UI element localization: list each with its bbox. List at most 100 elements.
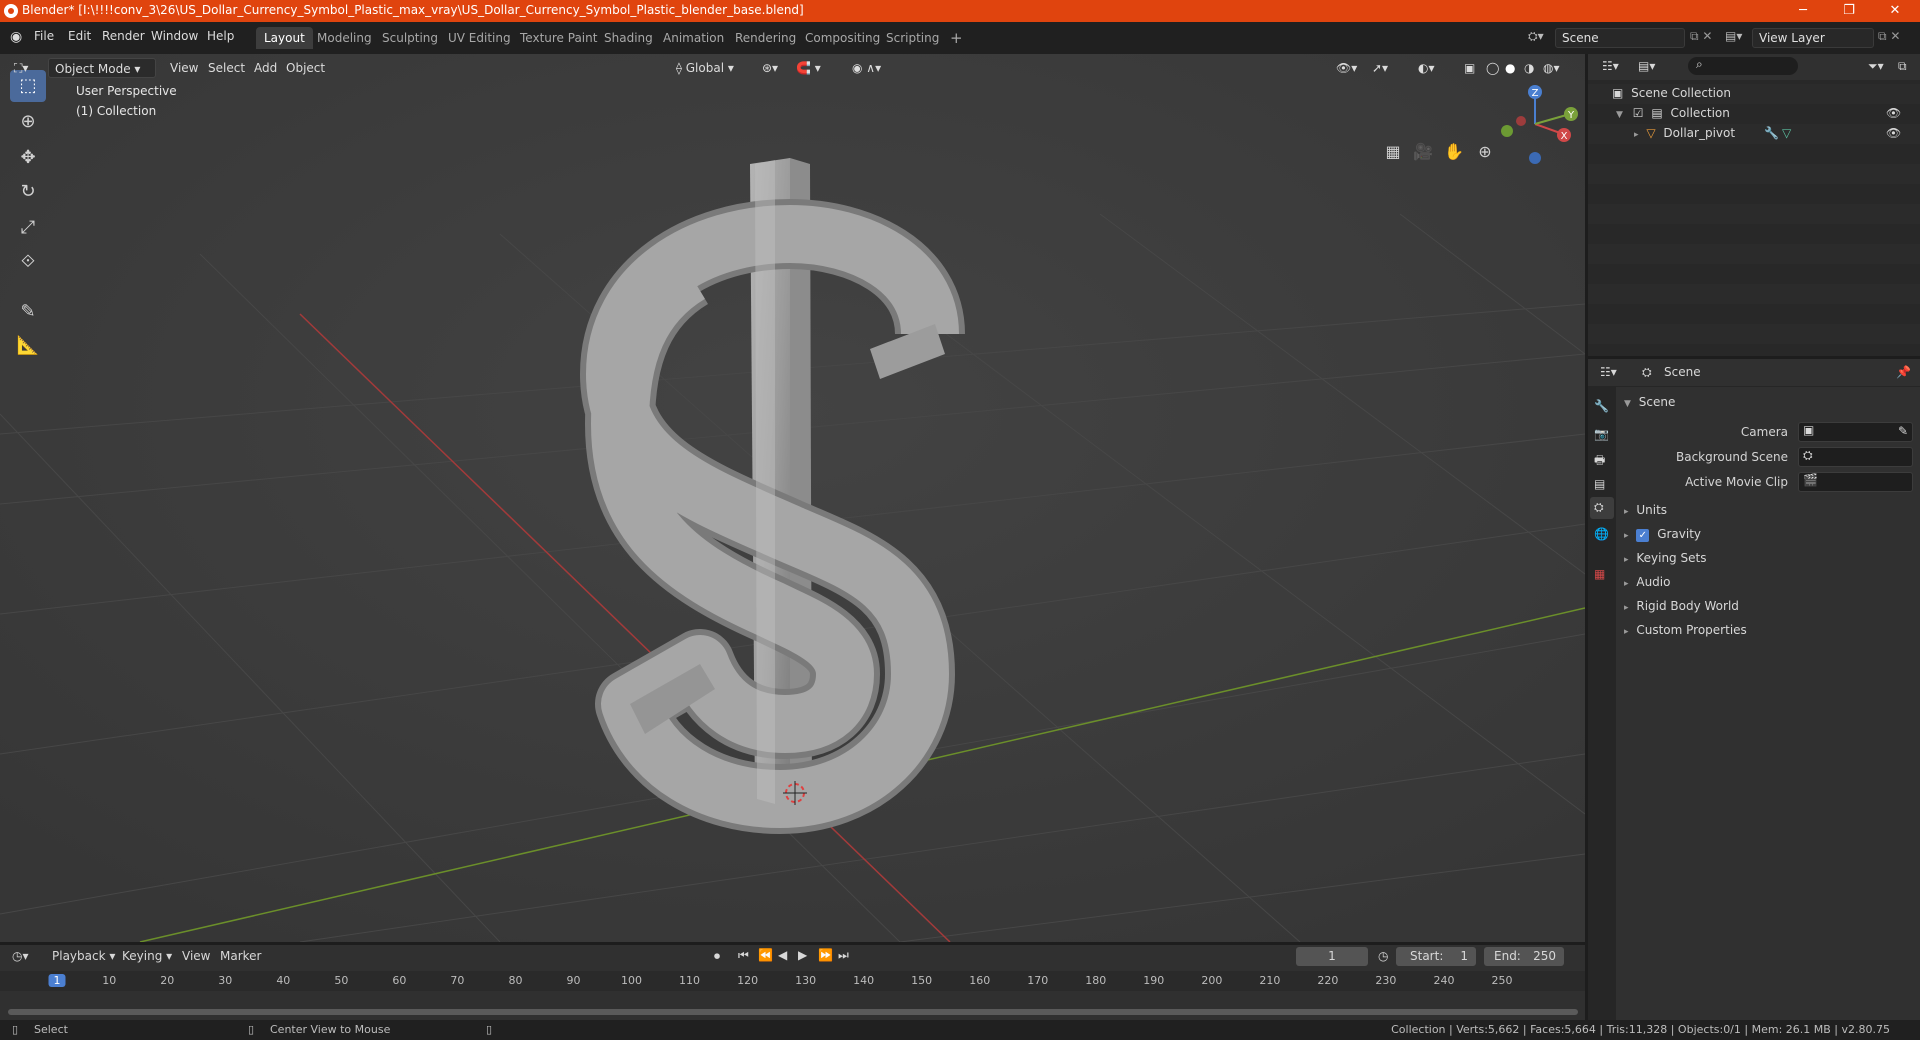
record-keyframe-icon[interactable]: ⏺ — [714, 949, 720, 964]
toggle-grid-icon[interactable]: ▦ — [1380, 139, 1406, 165]
blender-menu-icon[interactable]: ◉ — [10, 29, 22, 45]
pan-hand-icon[interactable]: ✋ — [1441, 139, 1467, 165]
tab-rendering[interactable]: Rendering — [727, 27, 804, 49]
rotate-tool-icon[interactable]: ↻ — [10, 176, 46, 208]
editor-type-icon[interactable]: ⛶▾ — [8, 58, 34, 78]
add-workspace-button[interactable]: + — [942, 27, 971, 49]
gravity-panel[interactable]: ▸ ✓ Gravity — [1624, 527, 1701, 542]
viewport-menu-view[interactable]: View — [164, 58, 204, 78]
pin-icon[interactable]: 📌 — [1896, 365, 1911, 379]
minimize-button[interactable]: ─ — [1780, 0, 1826, 22]
new-scene-icon[interactable]: ⧉ ✕ — [1690, 29, 1712, 44]
tab-scripting[interactable]: Scripting — [878, 27, 947, 49]
timeline-menu-keying[interactable]: Keying ▾ — [122, 949, 172, 963]
tab-shading[interactable]: Shading — [596, 27, 661, 49]
measure-tool-icon[interactable]: 📐 — [10, 330, 46, 362]
move-tool-icon[interactable]: ✥ — [10, 142, 46, 174]
proportional-edit-icon[interactable]: ◉ ∧▾ — [846, 58, 887, 78]
end-frame-field[interactable]: End: 250 — [1484, 947, 1564, 966]
gravity-checkbox[interactable]: ✓ — [1636, 529, 1650, 542]
tab-sculpting[interactable]: Sculpting — [374, 27, 446, 49]
active-movie-clip-field[interactable]: 🎬 — [1798, 472, 1913, 492]
new-view-layer-icon[interactable]: ⧉ ✕ — [1878, 29, 1900, 44]
annotate-tool-icon[interactable]: ✎ — [10, 296, 46, 328]
cursor-tool-icon[interactable]: ⊕ — [10, 106, 46, 138]
preview-range-icon[interactable]: ◷ — [1378, 949, 1388, 963]
jump-start-icon[interactable]: ⏮ — [738, 948, 749, 963]
viewport-menu-object[interactable]: Object — [280, 58, 331, 78]
audio-panel[interactable]: ▸ Audio — [1624, 575, 1670, 589]
timeline-menu-marker[interactable]: Marker — [220, 949, 261, 963]
custom-properties-panel[interactable]: ▸ Custom Properties — [1624, 623, 1747, 637]
outliner-row-collection[interactable]: ▼ ☑ ▤ Collection 👁 — [1616, 106, 1916, 120]
viewport-menu-select[interactable]: Select — [202, 58, 251, 78]
navigation-gizmo[interactable]: Z X Y — [1490, 84, 1580, 164]
scale-tool-icon[interactable]: ⤢ — [10, 212, 46, 244]
world-props-tab-icon[interactable]: 🌐 — [1594, 527, 1609, 541]
tab-layout[interactable]: Layout — [256, 27, 313, 49]
eyedropper-icon[interactable]: ✎ — [1898, 424, 1908, 438]
viewport-menu-add[interactable]: Add — [248, 58, 283, 78]
view-layer-props-tab-icon[interactable]: ▤ — [1594, 477, 1605, 491]
transform-orientation-dropdown[interactable]: ⟠ Global ▾ — [670, 58, 740, 78]
texture-props-tab-icon[interactable]: ▦ — [1594, 567, 1605, 581]
menu-file[interactable]: File — [34, 29, 54, 43]
scene-props-tab-icon[interactable]: ⛭ — [1590, 497, 1614, 519]
outliner-editor-icon[interactable]: ☷▾ — [1602, 59, 1619, 73]
menu-window[interactable]: Window — [151, 29, 198, 43]
view-layer-field[interactable]: View Layer — [1752, 28, 1874, 48]
menu-edit[interactable]: Edit — [68, 29, 91, 43]
jump-end-icon[interactable]: ⏭ — [838, 948, 849, 963]
current-frame-field[interactable]: 1 — [1296, 947, 1368, 966]
frame-ruler[interactable]: 1 10 20 30 40 50 60 70 80 90 100 110 120 130 140 150 160… — [0, 971, 1585, 991]
timeline-scrollbar[interactable] — [8, 1009, 1578, 1015]
gizmo-toggle-icon[interactable]: ➚▾ — [1366, 58, 1394, 78]
overlays-icon[interactable]: ◐▾ — [1412, 58, 1441, 78]
visibility-icon[interactable]: 👁▾ — [1330, 58, 1363, 78]
view-layer-selector-icon[interactable]: ▤▾ — [1725, 29, 1742, 43]
tab-modeling[interactable]: Modeling — [309, 27, 380, 49]
jump-keyframe-forward-icon[interactable]: ⏩ — [818, 948, 833, 962]
expand-collection-icon[interactable]: ▼ — [1616, 110, 1623, 120]
3d-viewport[interactable]: User Perspective (1) Collection ⬚ ⊕ ✥ ↻ … — [0, 54, 1585, 942]
properties-editor-icon[interactable]: ☷▾ — [1600, 365, 1617, 379]
collection-checkbox-icon[interactable]: ☑ — [1633, 106, 1644, 120]
camera-field[interactable]: ▣ ✎ — [1798, 422, 1913, 442]
tab-animation[interactable]: Animation — [655, 27, 732, 49]
shading-rendered-icon[interactable]: ◍▾ — [1537, 58, 1566, 78]
restore-button[interactable]: ❐ — [1826, 0, 1872, 22]
snap-icon[interactable]: 🧲 ▾ — [790, 58, 827, 78]
modifier-wrench-icon[interactable]: 🔧 — [1764, 126, 1779, 140]
object-mode-dropdown[interactable]: Object Mode ▾ — [48, 58, 156, 78]
close-button[interactable]: ✕ — [1872, 0, 1918, 22]
timeline-menu-view[interactable]: View — [182, 949, 210, 963]
scene-selector-icon[interactable]: ⛭▾ — [1528, 29, 1544, 44]
mesh-data-icon[interactable]: ▽ — [1782, 126, 1791, 140]
outliner-row-dollar-pivot[interactable]: ▸ ▽ Dollar_pivot 🔧 ▽ 👁 — [1634, 126, 1916, 140]
outliner-display-mode-icon[interactable]: ▤▾ — [1638, 59, 1655, 73]
object-visibility-eye-icon[interactable]: 👁 — [1886, 126, 1901, 140]
transform-tool-icon[interactable]: ⟐ — [10, 246, 46, 278]
rigid-body-world-panel[interactable]: ▸ Rigid Body World — [1624, 599, 1739, 613]
menu-help[interactable]: Help — [207, 29, 234, 43]
render-props-tab-icon[interactable]: 📷 — [1594, 427, 1609, 441]
menu-render[interactable]: Render — [102, 29, 145, 43]
play-icon[interactable]: ▶ — [798, 948, 807, 962]
timeline-menu-playback[interactable]: Playback ▾ — [52, 949, 115, 963]
outliner-row-scene-collection[interactable]: ▣ Scene Collection — [1612, 86, 1731, 100]
pivot-point-icon[interactable]: ⊛▾ — [756, 58, 784, 78]
outliner-search-input[interactable]: ⌕ — [1688, 57, 1798, 75]
new-collection-icon[interactable]: ⧉ — [1898, 59, 1907, 74]
camera-view-icon[interactable]: 🎥 — [1410, 139, 1436, 165]
tab-compositing[interactable]: Compositing — [797, 27, 888, 49]
keying-sets-panel[interactable]: ▸ Keying Sets — [1624, 551, 1706, 565]
tool-props-tab-icon[interactable]: 🔧 — [1594, 399, 1609, 413]
filter-icon[interactable]: ⏷▾ — [1868, 59, 1884, 74]
collection-visibility-eye-icon[interactable]: 👁 — [1886, 106, 1901, 120]
xray-icon[interactable]: ▣ — [1458, 58, 1481, 78]
units-panel[interactable]: ▸ Units — [1624, 503, 1667, 517]
expand-object-icon[interactable]: ▸ — [1634, 130, 1639, 140]
tab-texture-paint[interactable]: Texture Paint — [512, 27, 605, 49]
play-reverse-icon[interactable]: ◀ — [778, 948, 787, 962]
scene-panel-header[interactable]: ▼ Scene — [1624, 395, 1675, 409]
